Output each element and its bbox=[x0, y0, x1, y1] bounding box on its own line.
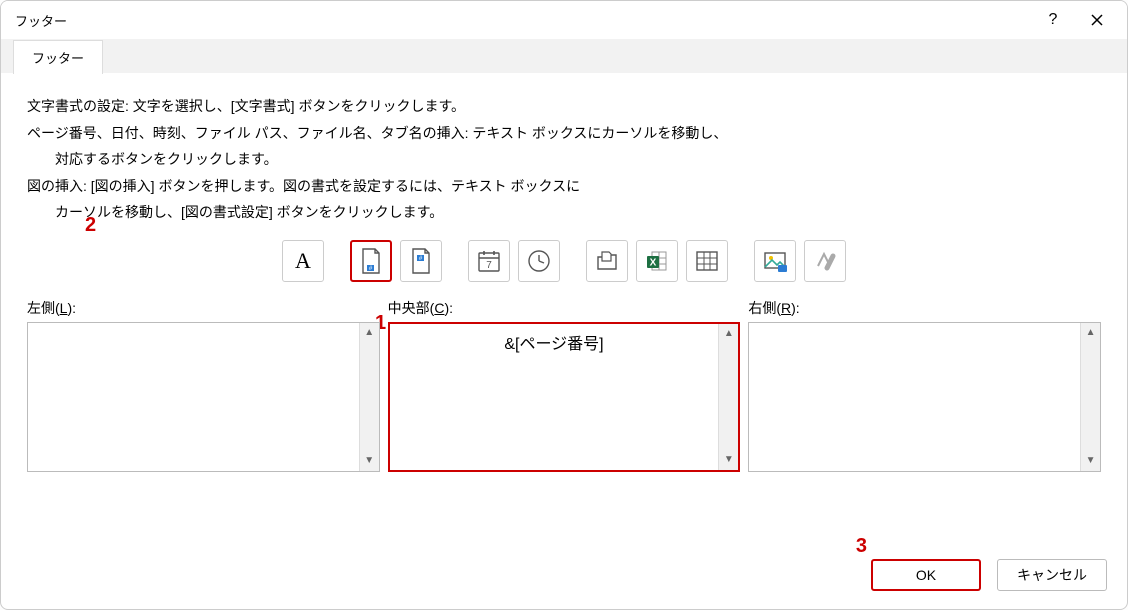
button-bar: 3 OK キャンセル bbox=[1, 541, 1127, 609]
date-button[interactable]: 7 bbox=[468, 240, 510, 282]
center-section: 中央部(C): ▲ ▼ bbox=[388, 298, 741, 472]
scrollbar: ▲ ▼ bbox=[718, 324, 738, 470]
picture-icon bbox=[762, 248, 788, 274]
right-label: 右側(R): bbox=[748, 298, 1101, 318]
excel-icon: X bbox=[644, 248, 670, 274]
center-textarea[interactable] bbox=[390, 324, 719, 470]
dialog-title: フッター bbox=[15, 11, 1031, 30]
total-pages-button[interactable]: # bbox=[400, 240, 442, 282]
sheet-name-button[interactable] bbox=[686, 240, 728, 282]
instruction-line: 文字書式の設定: 文字を選択し、[文字書式] ボタンをクリックします。 bbox=[27, 93, 1101, 120]
left-textarea[interactable] bbox=[28, 323, 359, 471]
page-number-button[interactable]: # bbox=[350, 240, 392, 282]
svg-text:7: 7 bbox=[486, 260, 492, 271]
clock-icon bbox=[526, 248, 552, 274]
cancel-button[interactable]: キャンセル bbox=[997, 559, 1107, 591]
help-button[interactable]: ? bbox=[1031, 5, 1075, 35]
toolbar: 2 A # # bbox=[27, 240, 1101, 282]
left-textarea-wrap: ▲ ▼ bbox=[27, 322, 380, 472]
scroll-up[interactable]: ▲ bbox=[360, 323, 379, 343]
total-pages-icon: # bbox=[409, 247, 433, 275]
scroll-down[interactable]: ▼ bbox=[1081, 451, 1100, 471]
file-path-icon bbox=[594, 248, 620, 274]
title-bar: フッター ? bbox=[1, 1, 1127, 39]
footer-fields: 1 左側(L): ▲ ▼ 中央部(C): bbox=[27, 298, 1101, 472]
instruction-line: 図の挿入: [図の挿入] ボタンを押します。図の書式を設定するには、テキスト ボ… bbox=[27, 173, 1101, 200]
center-textarea-wrap: ▲ ▼ bbox=[388, 322, 741, 472]
tab-strip: フッター bbox=[1, 39, 1127, 73]
time-button[interactable] bbox=[518, 240, 560, 282]
scrollbar: ▲ ▼ bbox=[1080, 323, 1100, 471]
calendar-icon: 7 bbox=[476, 248, 502, 274]
format-text-button[interactable]: A bbox=[282, 240, 324, 282]
format-picture-icon bbox=[812, 248, 838, 274]
page-number-icon: # bbox=[359, 247, 383, 275]
instruction-line: 対応するボタンをクリックします。 bbox=[55, 146, 1101, 173]
left-section: 左側(L): ▲ ▼ bbox=[27, 298, 380, 472]
instructions: 文字書式の設定: 文字を選択し、[文字書式] ボタンをクリックします。 ページ番… bbox=[27, 93, 1101, 226]
sheet-icon bbox=[694, 248, 720, 274]
instruction-line: カーソルを移動し、[図の書式設定] ボタンをクリックします。 bbox=[55, 199, 1101, 226]
dialog-content: 文字書式の設定: 文字を選択し、[文字書式] ボタンをクリックします。 ページ番… bbox=[1, 73, 1127, 541]
ok-button[interactable]: OK bbox=[871, 559, 981, 591]
format-picture-button[interactable] bbox=[804, 240, 846, 282]
svg-text:X: X bbox=[650, 257, 657, 268]
file-path-button[interactable] bbox=[586, 240, 628, 282]
tab-footer[interactable]: フッター bbox=[13, 40, 103, 74]
instruction-line: ページ番号、日付、時刻、ファイル パス、ファイル名、タブ名の挿入: テキスト ボ… bbox=[27, 120, 1101, 147]
footer-dialog: フッター ? フッター 文字書式の設定: 文字を選択し、[文字書式] ボタンをク… bbox=[0, 0, 1128, 610]
close-button[interactable] bbox=[1075, 5, 1119, 35]
scrollbar: ▲ ▼ bbox=[359, 323, 379, 471]
left-label: 左側(L): bbox=[27, 298, 380, 318]
center-label: 中央部(C): bbox=[388, 298, 741, 318]
right-textarea[interactable] bbox=[749, 323, 1080, 471]
right-section: 右側(R): ▲ ▼ bbox=[748, 298, 1101, 472]
file-name-button[interactable]: X bbox=[636, 240, 678, 282]
insert-picture-button[interactable] bbox=[754, 240, 796, 282]
scroll-up[interactable]: ▲ bbox=[1081, 323, 1100, 343]
scroll-down[interactable]: ▼ bbox=[360, 451, 379, 471]
text-format-icon: A bbox=[295, 248, 311, 274]
scroll-up[interactable]: ▲ bbox=[719, 324, 738, 344]
right-textarea-wrap: ▲ ▼ bbox=[748, 322, 1101, 472]
scroll-down[interactable]: ▼ bbox=[719, 450, 738, 470]
